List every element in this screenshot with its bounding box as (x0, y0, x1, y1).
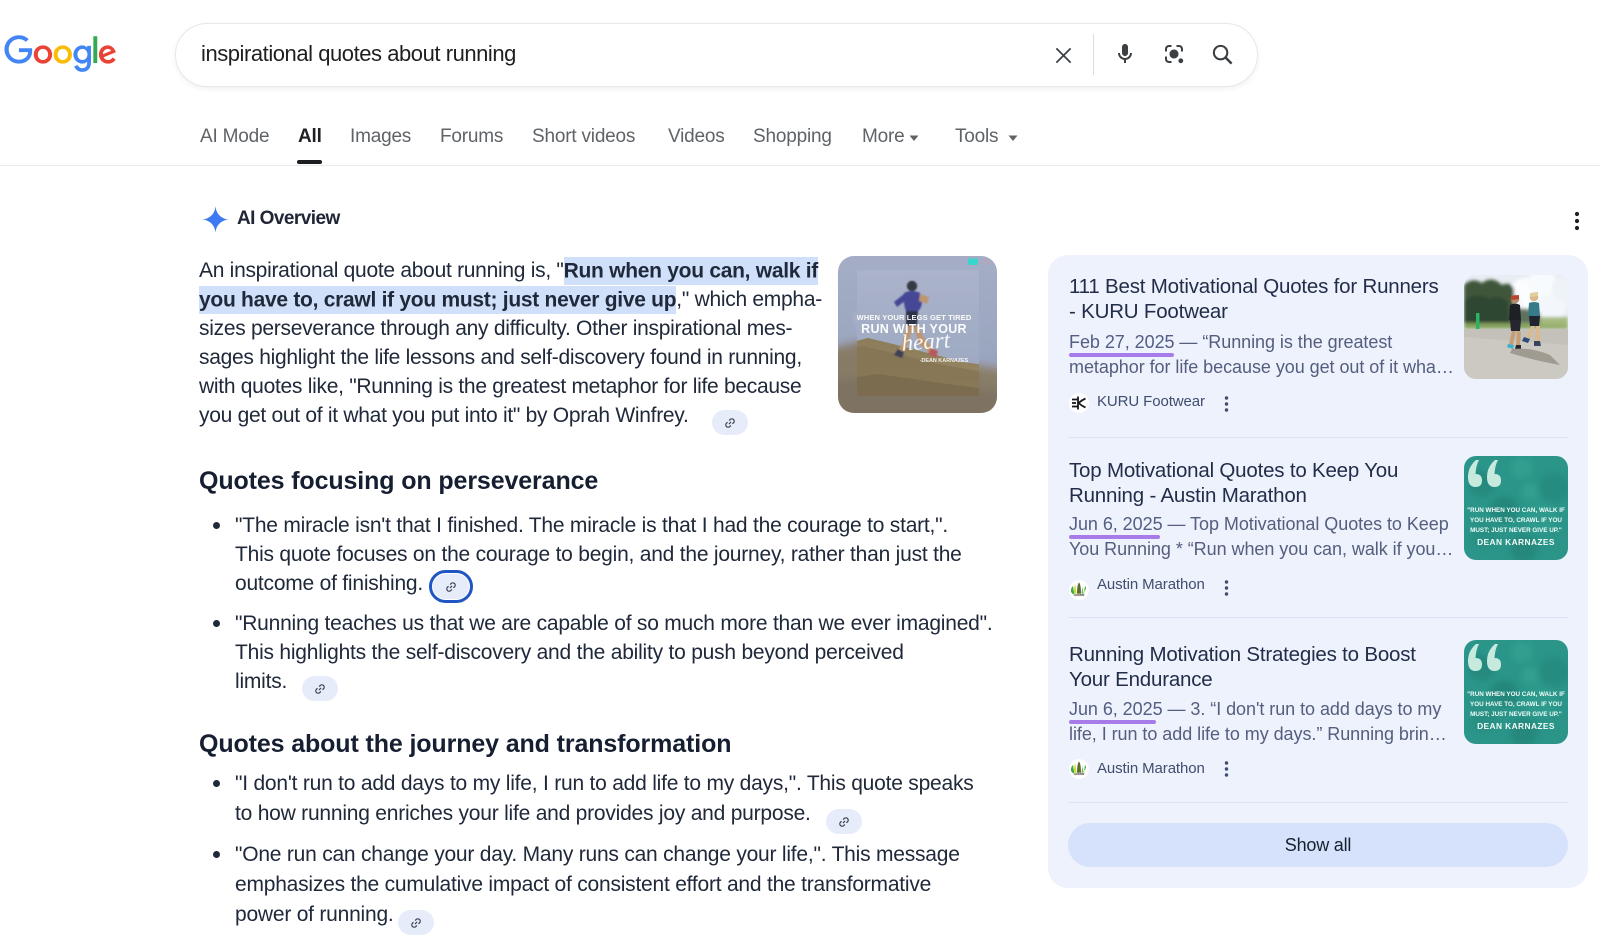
svg-text:MUST; JUST NEVER GIVE UP.": MUST; JUST NEVER GIVE UP." (1470, 527, 1562, 534)
svg-text:DEAN KARNAZES: DEAN KARNAZES (1477, 721, 1555, 731)
svg-text:"RUN WHEN YOU CAN, WALK IF: "RUN WHEN YOU CAN, WALK IF (1467, 507, 1565, 514)
svg-text:DEAN KARNAZES: DEAN KARNAZES (1477, 537, 1555, 547)
svg-text:YOU HAVE TO, CRAWL IF YOU: YOU HAVE TO, CRAWL IF YOU (1470, 517, 1562, 524)
svg-text:YOU HAVE TO, CRAWL IF YOU: YOU HAVE TO, CRAWL IF YOU (1470, 701, 1562, 708)
svg-text:MUST; JUST NEVER GIVE UP.": MUST; JUST NEVER GIVE UP." (1470, 711, 1562, 718)
svg-text:AUSTIN: AUSTIN (1074, 772, 1084, 776)
svg-text:"RUN WHEN YOU CAN, WALK IF: "RUN WHEN YOU CAN, WALK IF (1467, 691, 1565, 698)
svg-text:AUSTIN: AUSTIN (1074, 593, 1084, 597)
